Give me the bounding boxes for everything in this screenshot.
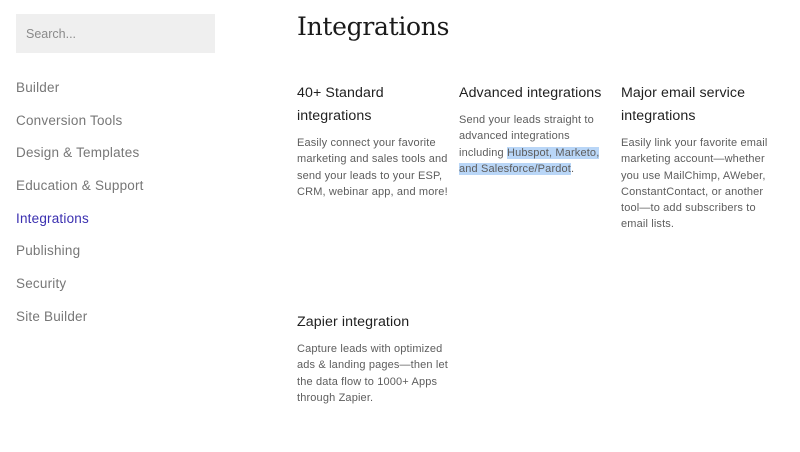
sidebar-item-security[interactable]: Security	[16, 274, 144, 307]
card-body: Easily link your favorite email marketin…	[621, 137, 768, 231]
card-body: Easily connect your favorite marketing a…	[297, 137, 448, 198]
sidebar-item-education-support[interactable]: Education & Support	[16, 176, 144, 209]
card-title: Major email service integrations	[621, 85, 746, 124]
card-advanced-integrations: Advanced integrations Send your leads st…	[459, 82, 611, 177]
search-input[interactable]	[16, 14, 215, 53]
card-body: Capture leads with optimized ads & landi…	[297, 343, 448, 404]
sidebar-item-integrations[interactable]: Integrations	[16, 209, 144, 242]
sidebar-item-publishing[interactable]: Publishing	[16, 241, 144, 274]
sidebar-nav: Builder Conversion Tools Design & Templa…	[16, 78, 144, 340]
sidebar-item-design-templates[interactable]: Design & Templates	[16, 143, 144, 176]
sidebar-item-builder[interactable]: Builder	[16, 78, 144, 111]
sidebar-item-conversion-tools[interactable]: Conversion Tools	[16, 111, 144, 144]
card-title: Zapier integration	[297, 314, 410, 330]
page-title: Integrations	[297, 12, 450, 41]
card-title: Advanced integrations	[459, 85, 602, 101]
card-zapier-integration: Zapier integration Capture leads with op…	[297, 311, 449, 406]
sidebar-item-site-builder[interactable]: Site Builder	[16, 307, 144, 340]
card-email-integrations: Major email service integrations Easily …	[621, 82, 771, 233]
card-standard-integrations: 40+ Standard integrations Easily connect…	[297, 82, 449, 200]
card-title: 40+ Standard integrations	[297, 85, 384, 124]
card-body: Send your leads straight to advanced int…	[459, 112, 611, 177]
card-body-text: .	[571, 162, 575, 175]
